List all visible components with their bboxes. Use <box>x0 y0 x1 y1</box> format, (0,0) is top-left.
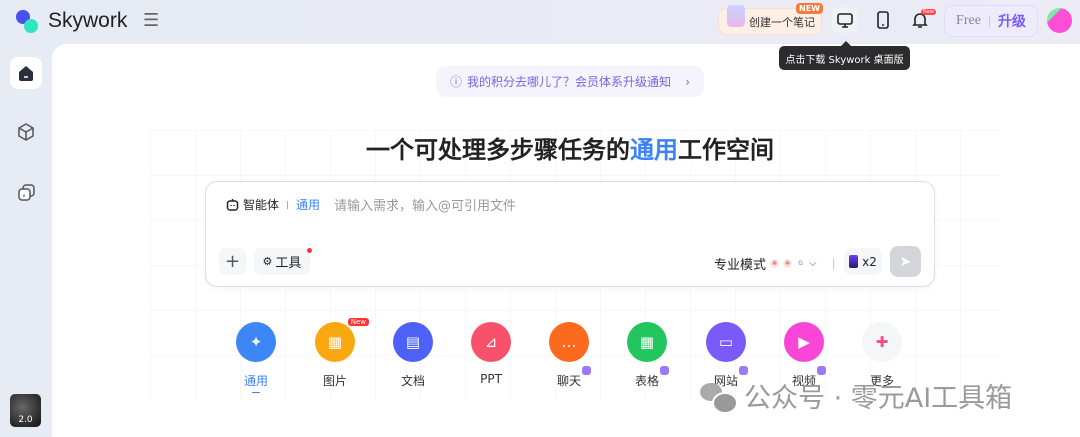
category-item[interactable]: … 聊天 <box>539 322 599 389</box>
premium-badge-icon <box>660 366 669 375</box>
category-label-text: 聊天 <box>556 374 581 388</box>
active-indicator <box>252 392 260 393</box>
chevron-right-icon: › <box>685 74 690 89</box>
premium-badge-icon <box>582 366 591 375</box>
app-name: Skywork <box>48 9 128 32</box>
headline-highlight: 通用 <box>630 136 678 164</box>
category-label: PPT <box>480 372 502 386</box>
notice-text: 我的积分去哪儿了？会员体系升级通知 <box>467 75 672 89</box>
headline-before: 一个可处理多步骤任务的 <box>366 136 630 164</box>
category-icon: ▶ <box>784 322 824 362</box>
premium-badge-icon <box>817 366 826 375</box>
desktop-download-button[interactable] <box>832 7 858 33</box>
sidebar-item-home[interactable] <box>10 57 42 89</box>
category-label-text: 表格 <box>634 374 659 388</box>
category-label: 图片 <box>323 372 347 389</box>
notification-dot <box>307 248 312 253</box>
monitor-icon <box>837 13 853 28</box>
plan-label: Free <box>956 13 981 28</box>
model-icon: ✻ <box>783 259 793 268</box>
tooltip: 点击下载 Skywork 桌面版 <box>779 41 910 70</box>
category-label: 通用 <box>244 372 268 389</box>
premium-badge-icon <box>739 366 748 375</box>
phone-icon <box>877 11 889 29</box>
category-icon: ▦ New <box>315 318 369 362</box>
tools-button[interactable]: ⚙ 工具 <box>254 248 312 275</box>
avatar[interactable] <box>1047 8 1072 33</box>
google-icon: G <box>796 259 806 268</box>
category-icon: ▦ <box>627 322 667 362</box>
model-icon: ✻ <box>770 259 780 268</box>
credits-multiplier[interactable]: x2 <box>844 248 882 275</box>
new-badge: New <box>347 318 369 326</box>
plus-icon: + <box>224 251 241 272</box>
category-icon: ✦ <box>236 322 276 362</box>
wechat-icon <box>700 381 738 414</box>
notice-banner[interactable]: ⓘ 我的积分去哪儿了？会员体系升级通知 › <box>436 66 704 97</box>
category-label-text: 文档 <box>400 374 425 388</box>
agent-type: 通用 <box>296 198 321 212</box>
mode-label: 专业模式 <box>714 258 767 273</box>
page-title: 一个可处理多步骤任务的通用工作空间 <box>0 130 1080 165</box>
category-label: 文档 <box>401 372 425 389</box>
agent-label: 智能体 <box>243 198 280 212</box>
category-item[interactable]: ▦ New 图片 <box>305 318 369 389</box>
upgrade-button[interactable]: Free 升级 <box>944 5 1038 37</box>
category-label-text: 通用 <box>243 374 268 388</box>
tools-label: 工具 <box>275 256 302 271</box>
category-label-text: 图片 <box>322 374 347 388</box>
send-button[interactable]: ➤ <box>890 246 921 277</box>
category-item[interactable]: ✦ 通用 <box>226 322 286 393</box>
upgrade-label: 升级 <box>997 14 1026 30</box>
category-item[interactable]: ▦ 表格 <box>617 322 677 389</box>
category-icon: … <box>549 322 589 362</box>
create-note-label: 创建一个笔记 <box>749 15 815 29</box>
prompt-input[interactable]: 请输入需求，输入@可引用文件 <box>334 195 516 214</box>
watermark-text: 公众号 · 零元AI工具箱 <box>744 383 1013 414</box>
tooltip-text: 点击下载 Skywork 桌面版 <box>785 54 904 66</box>
bell-badge: New <box>921 9 936 15</box>
watermark: 公众号 · 零元AI工具箱 <box>700 376 1012 415</box>
notifications-button[interactable]: New <box>907 7 936 33</box>
agent-selector[interactable]: 智能体 通用 <box>226 196 320 213</box>
category-item[interactable]: ⊿ PPT <box>461 322 521 386</box>
mode-selector[interactable]: 专业模式 ✻ ✻ G ⌵ <box>714 254 834 273</box>
gift-icon <box>727 5 745 27</box>
category-icon: ⊿ <box>471 322 511 362</box>
create-note-button[interactable]: 创建一个笔记 NEW <box>718 3 823 35</box>
divider <box>287 200 289 209</box>
add-button[interactable]: + <box>219 248 246 275</box>
multiplier-label: x2 <box>862 254 877 269</box>
skywork-logo-icon <box>14 8 40 34</box>
sidebar-item-library[interactable] <box>10 177 42 209</box>
home-icon <box>19 66 33 81</box>
cards-sparkle-icon <box>18 184 35 201</box>
new-badge: NEW <box>796 3 823 14</box>
sliders-icon: ⚙ <box>262 255 273 268</box>
logo[interactable]: Skywork <box>14 8 127 34</box>
chevron-down-icon: ⌵ <box>809 258 817 269</box>
category-label: 聊天 <box>556 366 591 389</box>
headline-after: 工作空间 <box>678 136 774 164</box>
category-item[interactable]: ▤ 文档 <box>383 322 443 389</box>
menu-icon[interactable]: ☰ <box>143 10 159 31</box>
mobile-button[interactable] <box>870 7 896 33</box>
category-icon: ✚ <box>862 322 902 362</box>
category-label-text: PPT <box>480 372 502 386</box>
version-label: 2.0 <box>18 415 33 425</box>
category-icon: ▭ <box>706 322 746 362</box>
divider <box>988 15 990 27</box>
divider <box>832 257 834 270</box>
send-icon: ➤ <box>899 253 912 270</box>
gem-icon <box>849 255 859 268</box>
composer: 智能体 通用 请输入需求，输入@可引用文件 + ⚙ 工具 专业模式 ✻ ✻ G ⌵ … <box>205 181 935 287</box>
version-badge[interactable]: 2.0 <box>10 394 41 427</box>
category-icon: ▤ <box>393 322 433 362</box>
info-icon: ⓘ <box>450 75 463 89</box>
category-label: 表格 <box>634 366 669 389</box>
robot-icon <box>226 199 239 211</box>
